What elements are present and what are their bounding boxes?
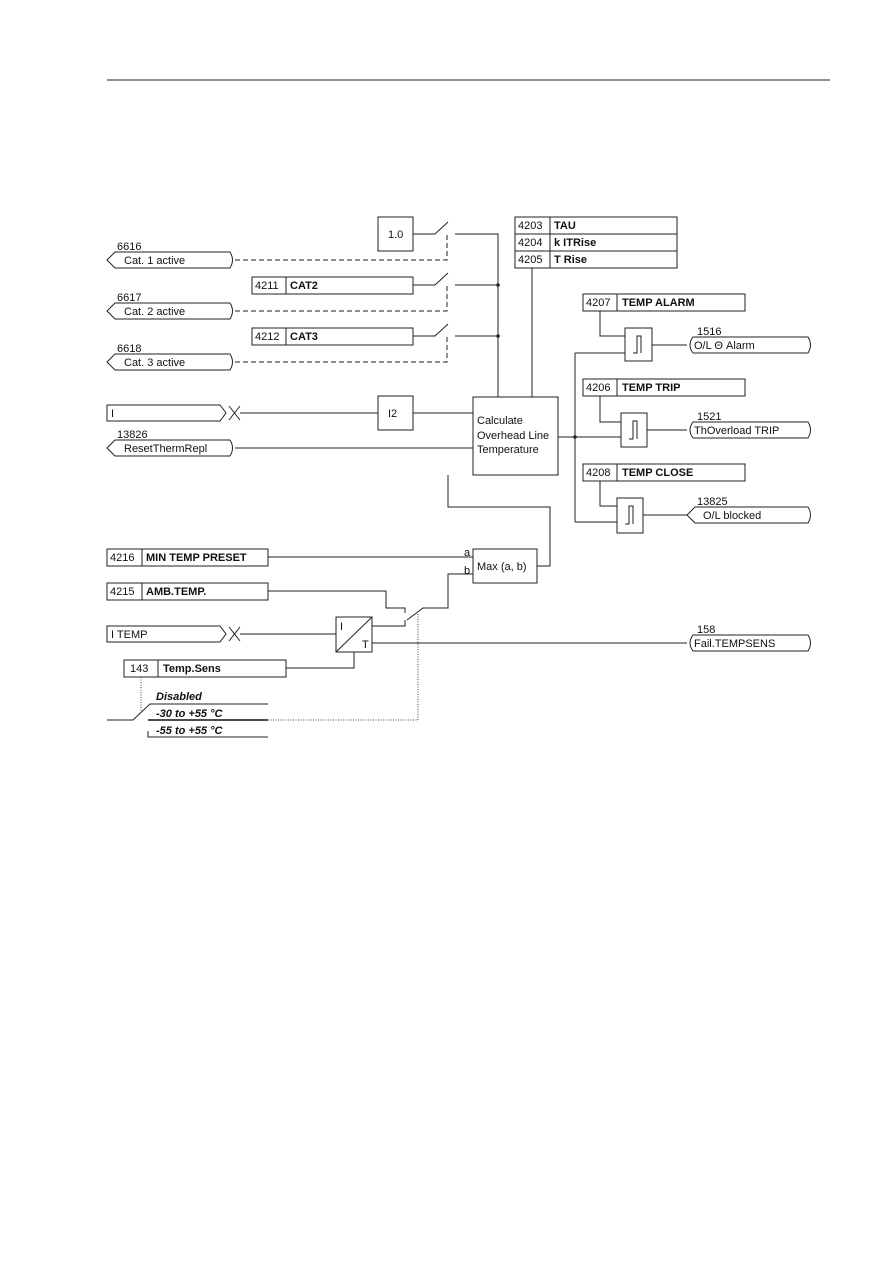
svg-text:ThOverload TRIP: ThOverload TRIP [694, 425, 779, 437]
svg-text:-30 to +55 °C: -30 to +55 °C [156, 708, 224, 720]
svg-text:6617: 6617 [117, 292, 141, 304]
svg-text:4216: 4216 [110, 552, 134, 564]
svg-text:TEMP TRIP: TEMP TRIP [622, 382, 680, 394]
temp-sens-selector-switch: Disabled -30 to +55 °C -55 to +55 °C [107, 691, 268, 738]
svg-text:Overhead Line: Overhead Line [477, 430, 549, 442]
constant-1-0-block: 1.0 [377, 216, 414, 252]
svg-text:k ITRise: k ITRise [554, 237, 596, 249]
svg-text:Cat. 2 active: Cat. 2 active [124, 306, 185, 318]
svg-text:Fail.TEMPSENS: Fail.TEMPSENS [694, 638, 775, 650]
svg-text:1521: 1521 [697, 411, 721, 423]
setting-temp-sens: 143 Temp.Sens [123, 659, 287, 678]
svg-text:Cat. 3 active: Cat. 3 active [124, 357, 185, 369]
input-reset-therm-repl: 13826 ResetThermRepl [106, 429, 233, 457]
svg-text:4203: 4203 [518, 220, 542, 232]
svg-text:4211: 4211 [255, 280, 279, 292]
cross-icon [228, 405, 241, 421]
svg-text:1516: 1516 [697, 326, 721, 338]
svg-text:143: 143 [130, 663, 148, 675]
input-i-temp: I TEMP [106, 625, 241, 643]
svg-text:Disabled: Disabled [156, 691, 202, 703]
svg-text:Temp.Sens: Temp.Sens [163, 663, 221, 675]
svg-text:4207: 4207 [586, 297, 610, 309]
svg-text:TEMP ALARM: TEMP ALARM [622, 297, 695, 309]
svg-text:Cat. 1 active: Cat. 1 active [124, 255, 185, 267]
svg-text:Calculate: Calculate [477, 415, 523, 427]
svg-text:13825: 13825 [697, 496, 728, 508]
svg-text:4215: 4215 [110, 586, 134, 598]
svg-text:13826: 13826 [117, 429, 148, 441]
svg-text:4206: 4206 [586, 382, 610, 394]
svg-text:I: I [111, 408, 114, 420]
threshold-temp-close: 4208 TEMP CLOSE 13825 O/L blocked [575, 463, 811, 534]
setting-cat2: 4211 CAT2 [251, 276, 414, 295]
svg-text:TEMP CLOSE: TEMP CLOSE [622, 467, 693, 479]
logic-diagram: 1.0 6616 Cat. 1 active 4211 CAT2 6617 Ca… [106, 79, 830, 738]
svg-text:b: b [464, 565, 470, 577]
svg-text:I TEMP: I TEMP [111, 629, 147, 641]
svg-text:a: a [464, 547, 471, 559]
svg-text:T: T [362, 639, 369, 651]
svg-text:I2: I2 [388, 408, 397, 420]
calculate-temperature-block: Calculate Overhead Line Temperature [472, 396, 559, 476]
svg-text:-55 to +55 °C: -55 to +55 °C [156, 725, 224, 737]
svg-text:T Rise: T Rise [554, 254, 587, 266]
svg-text:O/L Θ Alarm: O/L Θ Alarm [694, 340, 755, 352]
svg-text:6616: 6616 [117, 241, 141, 253]
svg-text:4205: 4205 [518, 254, 542, 266]
svg-text:MIN TEMP PRESET: MIN TEMP PRESET [146, 552, 247, 564]
svg-text:I: I [340, 621, 343, 633]
svg-text:4208: 4208 [586, 467, 610, 479]
svg-text:CAT2: CAT2 [290, 280, 318, 292]
svg-text:4204: 4204 [518, 237, 542, 249]
input-cat3-active: 6618 Cat. 3 active [106, 343, 233, 371]
svg-text:Max (a, b): Max (a, b) [477, 561, 527, 573]
input-cat1-active: 6616 Cat. 1 active [106, 241, 233, 269]
input-cat2-active: 6617 Cat. 2 active [106, 292, 233, 320]
svg-text:O/L blocked: O/L blocked [703, 510, 761, 522]
svg-text:4212: 4212 [255, 331, 279, 343]
max-block: Max (a, b) a b [464, 547, 538, 584]
svg-text:ResetThermRepl: ResetThermRepl [124, 443, 207, 455]
svg-text:Temperature: Temperature [477, 444, 539, 456]
svg-text:CAT3: CAT3 [290, 331, 318, 343]
setting-cat3: 4212 CAT3 [251, 327, 414, 346]
square-block-i2: I2 [377, 395, 414, 431]
cross-icon [228, 626, 241, 642]
setting-amb-temp: 4215 AMB.TEMP. [106, 582, 269, 601]
threshold-temp-alarm: 4207 TEMP ALARM 1516 O/L Θ Alarm [575, 293, 811, 362]
svg-text:6618: 6618 [117, 343, 141, 355]
output-fail-tempsens: 158 Fail.TEMPSENS [689, 624, 811, 652]
svg-text:TAU: TAU [554, 220, 576, 232]
thermal-params-table: 4203 TAU 4204 k ITRise 4205 T Rise [514, 216, 678, 269]
input-current: I [106, 404, 241, 422]
svg-text:1.0: 1.0 [388, 229, 403, 241]
setting-min-temp-preset: 4216 MIN TEMP PRESET [106, 548, 269, 567]
switch-cat1 [413, 221, 499, 397]
current-to-temp-converter: I T [335, 616, 373, 653]
svg-text:AMB.TEMP.: AMB.TEMP. [146, 586, 206, 598]
svg-text:158: 158 [697, 624, 715, 636]
